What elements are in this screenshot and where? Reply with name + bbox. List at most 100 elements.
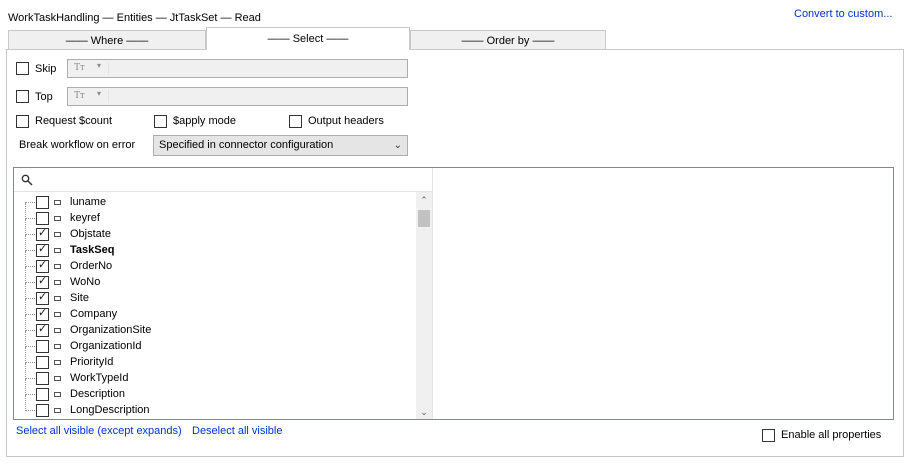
scroll-thumb[interactable] [418, 210, 430, 227]
select-all-visible-link[interactable]: Select all visible (except expands) [16, 425, 182, 437]
tree-item-checkbox[interactable]: ✓ [36, 307, 49, 321]
break-workflow-label: Break workflow on error [19, 139, 136, 151]
chevron-down-icon[interactable]: ▾ [97, 61, 101, 70]
apply-mode-checkbox[interactable] [154, 115, 167, 128]
tree-connector [25, 203, 26, 219]
text-type-icon: Tт [74, 90, 85, 101]
checkmark-icon: ✓ [38, 227, 48, 239]
tree-item[interactable]: WorkTypeId [14, 363, 414, 387]
tree-item-checkbox[interactable]: ✓ [36, 227, 49, 241]
search-icon [21, 174, 33, 186]
tab-order-by[interactable]: —— Order by —— [410, 30, 606, 50]
tree-connector [25, 394, 35, 395]
tree-item-checkbox[interactable] [36, 196, 49, 209]
property-icon [54, 280, 61, 285]
tree-item-checkbox[interactable] [36, 356, 49, 369]
property-icon [54, 376, 61, 381]
tab-select[interactable]: —— Select —— [206, 27, 410, 50]
tree-item-label: OrganizationId [70, 340, 142, 352]
top-checkbox[interactable] [16, 90, 29, 103]
tree-item-checkbox[interactable]: ✓ [36, 275, 49, 289]
tree-item-checkbox[interactable] [36, 388, 49, 401]
checkmark-icon: ✓ [38, 243, 48, 255]
scroll-up-icon[interactable]: ⌃ [416, 192, 432, 208]
top-label: Top [35, 91, 53, 103]
property-icon [54, 216, 61, 221]
tree-item[interactable]: ✓ Objstate [14, 219, 414, 243]
chevron-down-icon[interactable]: ⌄ [394, 136, 402, 155]
tree-item-checkbox[interactable]: ✓ [36, 243, 49, 257]
tree-item[interactable]: luname [14, 195, 414, 211]
tree-connector [25, 410, 35, 411]
output-headers-checkbox[interactable] [289, 115, 302, 128]
tree-item[interactable]: Description [14, 379, 414, 403]
tree-connector [25, 218, 35, 219]
enable-all-properties-label: Enable all properties [781, 429, 882, 441]
tree-connector [25, 251, 26, 267]
checkmark-icon: ✓ [38, 291, 48, 303]
property-icon [54, 248, 61, 253]
property-icon [54, 360, 61, 365]
tree-item-label: OrganizationSite [70, 324, 152, 336]
checkmark-icon: ✓ [38, 275, 48, 287]
top-input[interactable]: Tт ▾ [67, 87, 408, 106]
tree-item[interactable]: keyref [14, 203, 414, 227]
chevron-down-icon[interactable]: ▾ [97, 89, 101, 98]
tree-item-checkbox[interactable]: ✓ [36, 323, 49, 337]
tree-item[interactable]: ✓ Company [14, 299, 414, 323]
tree-item[interactable]: LongDescription [14, 395, 414, 419]
break-workflow-select[interactable]: Specified in connector configuration ⌄ [153, 135, 408, 156]
checkmark-icon: ✓ [38, 259, 48, 271]
tree-item[interactable]: PriorityId [14, 347, 414, 371]
field-divider [108, 90, 109, 103]
tree-item-label: keyref [70, 212, 100, 224]
tree-item-label: TaskSeq [70, 244, 115, 256]
tree-item-checkbox[interactable] [36, 212, 49, 225]
tree-connector [25, 298, 35, 299]
tree-connector [25, 331, 26, 347]
tree-item-label: OrderNo [70, 260, 113, 272]
property-icon [54, 328, 61, 333]
tree-item[interactable]: ✓ OrganizationSite [14, 315, 414, 339]
request-count-label: Request $count [35, 115, 113, 127]
tree-item-checkbox[interactable] [36, 372, 49, 385]
tree-item-label: Site [70, 292, 89, 304]
tree-connector [25, 266, 35, 267]
tree-connector [25, 267, 26, 283]
tree-connector [25, 362, 35, 363]
tree-item[interactable]: ✓ WoNo [14, 267, 414, 291]
tree-item-checkbox[interactable]: ✓ [36, 291, 49, 305]
tree-item[interactable]: ✓ TaskSeq [14, 235, 414, 259]
tree-connector [25, 219, 26, 235]
tree-item-checkbox[interactable] [36, 340, 49, 353]
tab-where[interactable]: —— Where —— [8, 30, 206, 50]
enable-all-properties-checkbox[interactable] [762, 429, 775, 442]
window-title: WorkTaskHandling — Entities — JtTaskSet … [8, 12, 261, 24]
tree-item[interactable]: ✓ Site [14, 283, 414, 307]
tree-connector [25, 315, 26, 331]
text-type-icon: Tт [74, 62, 85, 73]
tree-connector [25, 283, 26, 299]
skip-checkbox[interactable] [16, 62, 29, 75]
checkmark-icon: ✓ [38, 307, 48, 319]
tree-item-checkbox[interactable]: ✓ [36, 259, 49, 273]
tree-connector [25, 250, 35, 251]
pane-divider [432, 168, 433, 419]
tree-item-checkbox[interactable] [36, 404, 49, 417]
tree-item[interactable]: ✓ OrderNo [14, 251, 414, 275]
tree-connector [25, 202, 35, 203]
property-icon [54, 200, 61, 205]
tree-scrollbar[interactable]: ⌃ ⌄ [416, 192, 432, 419]
tree-item-label: LongDescription [70, 404, 150, 416]
skip-input[interactable]: Tт ▾ [67, 59, 408, 78]
tree-item-label: Description [70, 388, 126, 400]
request-count-checkbox[interactable] [16, 115, 29, 128]
tree-item[interactable]: OrganizationId [14, 331, 414, 355]
tree-item-label: Company [70, 308, 118, 320]
tree-connector [25, 346, 35, 347]
scroll-down-icon[interactable]: ⌄ [416, 404, 432, 419]
deselect-all-visible-link[interactable]: Deselect all visible [192, 425, 282, 437]
tree-search-input[interactable] [14, 168, 432, 192]
convert-to-custom-link[interactable]: Convert to custom... [794, 8, 892, 20]
property-icon [54, 312, 61, 317]
